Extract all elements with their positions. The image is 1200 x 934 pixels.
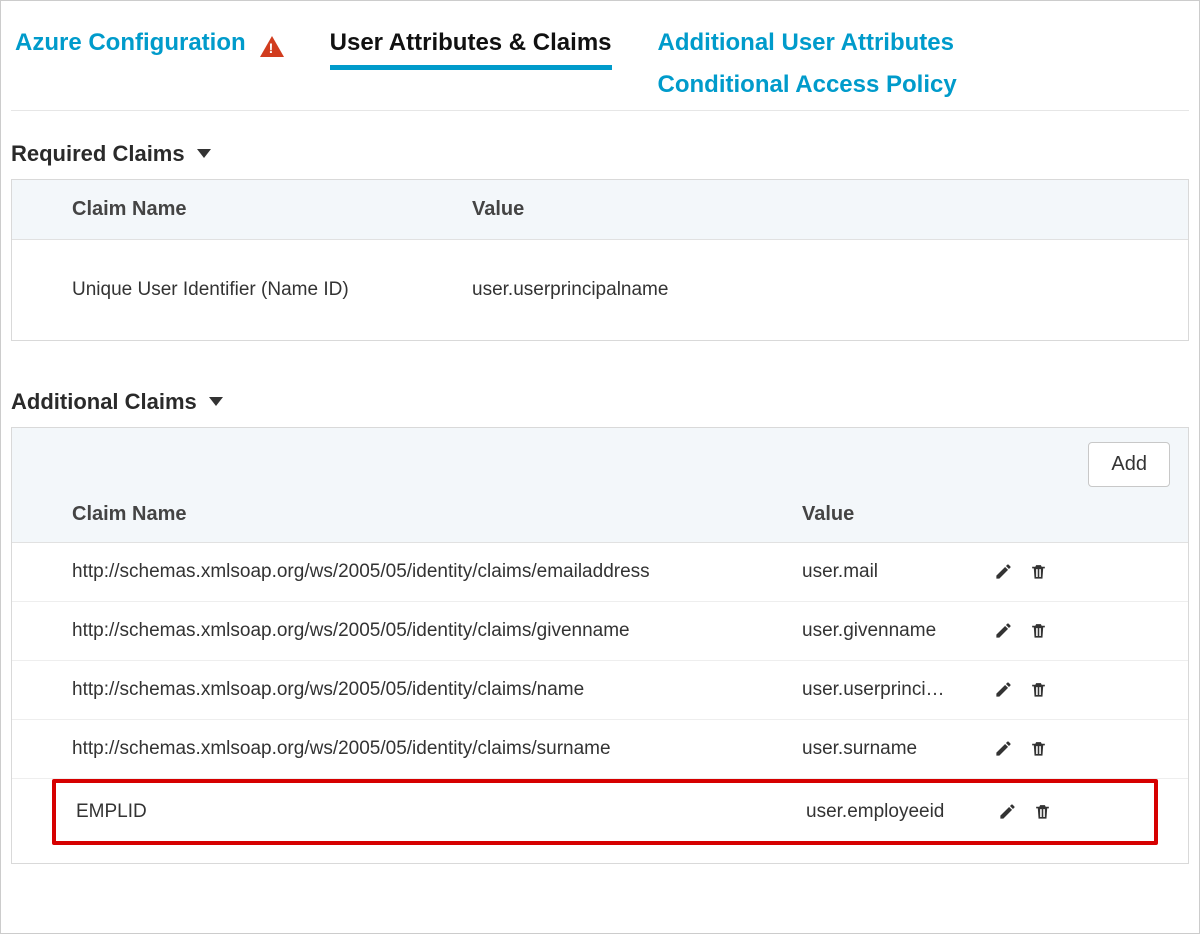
additional-claims-body: http://schemas.xmlsoap.org/ws/2005/05/id… [12,543,1188,863]
tab-azure-configuration[interactable]: Azure Configuration [15,27,246,67]
tab-bar: Azure Configuration User Attributes & Cl… [11,9,1189,111]
tab-azure-configuration-wrap[interactable]: Azure Configuration [15,27,284,67]
page-container: Azure Configuration User Attributes & Cl… [0,0,1200,934]
claim-value-cell: user.userprinci… [802,679,972,701]
claim-value-cell: user.surname [802,738,972,760]
header-claim-name: Claim Name [72,198,472,221]
claim-name-cell: http://schemas.xmlsoap.org/ws/2005/05/id… [72,738,802,760]
table-row: http://schemas.xmlsoap.org/ws/2005/05/id… [12,720,1188,779]
delete-icon[interactable] [1033,802,1052,821]
claim-value-cell: user.mail [802,561,972,583]
claim-value-cell: user.employeeid [806,801,976,823]
table-row: Unique User Identifier (Name ID) user.us… [12,240,1188,340]
edit-icon[interactable] [994,621,1013,640]
required-claims-table: Claim Name Value Unique User Identifier … [11,179,1189,341]
required-claims-header-row: Claim Name Value [12,180,1188,240]
delete-icon[interactable] [1029,562,1048,581]
claim-name-cell: Unique User Identifier (Name ID) [72,279,472,301]
warning-icon [260,36,284,57]
claim-name-cell: http://schemas.xmlsoap.org/ws/2005/05/id… [72,620,802,642]
row-actions [994,739,1154,758]
caret-down-icon [197,149,211,158]
claim-value-cell: user.userprincipalname [472,279,1188,301]
tab-additional-user-attributes[interactable]: Additional User Attributes [658,27,957,67]
delete-icon[interactable] [1029,739,1048,758]
add-button[interactable]: Add [1088,442,1170,487]
header-claim-name: Claim Name [72,503,802,526]
required-claims-toggle[interactable]: Required Claims [11,141,1189,167]
edit-icon[interactable] [994,562,1013,581]
edit-icon[interactable] [994,680,1013,699]
row-actions [994,562,1154,581]
additional-claims-toggle[interactable]: Additional Claims [11,389,1189,415]
edit-icon[interactable] [998,802,1017,821]
claim-name-cell: http://schemas.xmlsoap.org/ws/2005/05/id… [72,679,802,701]
row-actions [998,802,1148,821]
tab-conditional-access-policy[interactable]: Conditional Access Policy [658,69,957,109]
caret-down-icon [209,397,223,406]
claim-name-cell: EMPLID [76,801,806,823]
header-value: Value [802,503,1002,526]
header-value: Value [472,198,1188,221]
table-row: http://schemas.xmlsoap.org/ws/2005/05/id… [12,661,1188,720]
table-row-highlighted: EMPLID user.employeeid [52,779,1158,845]
table-row: http://schemas.xmlsoap.org/ws/2005/05/id… [12,543,1188,602]
tab-extra-column: Additional User Attributes Conditional A… [658,27,957,110]
delete-icon[interactable] [1029,680,1048,699]
claim-name-cell: http://schemas.xmlsoap.org/ws/2005/05/id… [72,561,802,583]
table-row: http://schemas.xmlsoap.org/ws/2005/05/id… [12,602,1188,661]
required-claims-title: Required Claims [11,141,185,167]
delete-icon[interactable] [1029,621,1048,640]
edit-icon[interactable] [994,739,1013,758]
additional-claims-title: Additional Claims [11,389,197,415]
row-actions [994,621,1154,640]
claim-value-cell: user.givenname [802,620,972,642]
additional-claims-table: Add Claim Name Value http://schemas.xmls… [11,427,1189,864]
tab-user-attributes-claims[interactable]: User Attributes & Claims [330,27,612,70]
row-actions [994,680,1154,699]
additional-claims-header-row: Claim Name Value [12,487,1188,543]
additional-claims-toolbar: Add [12,428,1188,487]
